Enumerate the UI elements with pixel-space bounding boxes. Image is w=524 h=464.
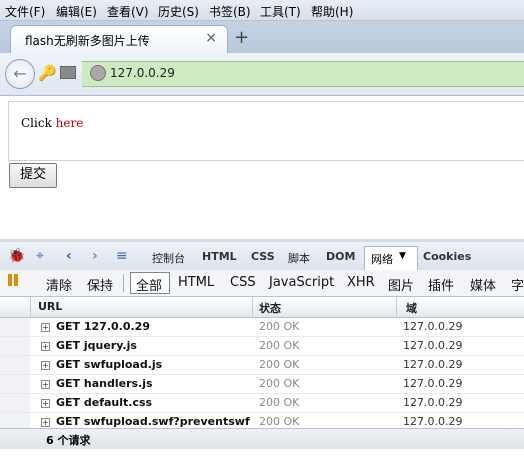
- request-url: GET swfupload.js: [56, 358, 163, 371]
- request-domain: 127.0.0.29: [403, 377, 463, 390]
- filter-fonts[interactable]: 字: [511, 275, 524, 294]
- menu-help[interactable]: 帮助(H): [311, 3, 353, 20]
- request-domain: 127.0.0.29: [403, 396, 463, 409]
- tab-cookies[interactable]: Cookies: [423, 250, 471, 263]
- close-tab-icon[interactable]: ×: [205, 30, 217, 46]
- tab-css[interactable]: CSS: [251, 250, 275, 263]
- column-domain[interactable]: 域: [406, 300, 417, 316]
- tab-console[interactable]: 控制台: [152, 250, 185, 266]
- request-row[interactable]: + GET default.css 200 OK 127.0.0.29: [0, 394, 524, 413]
- page-info-icon[interactable]: [60, 66, 76, 79]
- request-row[interactable]: + GET jquery.js 200 OK 127.0.0.29: [0, 337, 524, 356]
- chevron-down-icon[interactable]: ▼: [399, 251, 406, 261]
- tab-title: flash无刷新多图片上传: [25, 34, 150, 48]
- clear-button[interactable]: 清除: [46, 275, 72, 294]
- column-url[interactable]: URL: [38, 300, 62, 313]
- expand-icon[interactable]: +: [41, 323, 50, 332]
- filter-javascript[interactable]: JavaScript: [269, 275, 334, 290]
- tab-dom[interactable]: DOM: [326, 250, 355, 263]
- expand-icon[interactable]: +: [41, 418, 50, 427]
- filter-xhr[interactable]: XHR: [347, 275, 375, 290]
- here-link[interactable]: here: [56, 116, 84, 130]
- request-count: 6 个请求: [46, 434, 91, 447]
- expand-icon[interactable]: +: [41, 342, 50, 351]
- menu-edit[interactable]: 编辑(E): [56, 3, 97, 20]
- click-text: Click here: [21, 116, 84, 130]
- tab-net-label: 网络: [371, 253, 393, 266]
- request-domain: 127.0.0.29: [403, 339, 463, 352]
- request-row[interactable]: + GET swfupload.js 200 OK 127.0.0.29: [0, 356, 524, 375]
- expand-icon[interactable]: +: [41, 399, 50, 408]
- globe-icon: [90, 65, 106, 81]
- request-url: GET handlers.js: [56, 377, 153, 390]
- row-gutter: [0, 394, 30, 412]
- request-domain: 127.0.0.29: [403, 320, 463, 333]
- row-gutter: [0, 356, 30, 374]
- column-divider[interactable]: [252, 297, 253, 317]
- submit-button[interactable]: 提交: [9, 163, 57, 188]
- filter-css[interactable]: CSS: [230, 275, 256, 290]
- command-line-icon[interactable]: ≡: [116, 248, 128, 264]
- column-status[interactable]: 状态: [259, 300, 281, 316]
- menu-tools[interactable]: 工具(T): [260, 3, 301, 20]
- url-bar[interactable]: 127.0.0.29: [82, 61, 524, 87]
- tab-net[interactable]: 网络 ▼: [364, 246, 418, 271]
- net-column-header: URL 状态 域: [0, 297, 524, 318]
- request-url: GET swfupload.swf?preventswfca: [56, 415, 250, 428]
- request-row[interactable]: + GET handlers.js 200 OK 127.0.0.29: [0, 375, 524, 394]
- request-status: 200 OK: [259, 415, 300, 428]
- request-status: 200 OK: [259, 377, 300, 390]
- menu-file[interactable]: 文件(F): [5, 3, 45, 20]
- column-divider: [30, 297, 31, 317]
- menu-view[interactable]: 查看(V): [107, 3, 149, 20]
- tab-script[interactable]: 脚本: [288, 250, 310, 266]
- divider: [123, 274, 124, 292]
- upload-area: Click here: [8, 101, 524, 161]
- row-gutter: [0, 337, 30, 355]
- filter-media[interactable]: 媒体: [470, 275, 496, 294]
- request-summary: 6 个请求: [0, 428, 524, 449]
- request-status: 200 OK: [259, 358, 300, 371]
- tab-html[interactable]: HTML: [202, 250, 237, 263]
- firebug-icon[interactable]: 🐞: [8, 248, 25, 264]
- request-domain: 127.0.0.29: [403, 415, 463, 428]
- pause-icon[interactable]: [8, 274, 20, 290]
- row-gutter: [0, 375, 30, 393]
- filter-all[interactable]: 全部: [136, 275, 162, 294]
- tab-strip: flash无刷新多图片上传 × +: [0, 21, 524, 54]
- forward-icon[interactable]: ›: [92, 248, 98, 264]
- expand-icon[interactable]: +: [41, 361, 50, 370]
- menu-history[interactable]: 历史(S): [158, 3, 199, 20]
- new-tab-icon[interactable]: +: [234, 27, 249, 48]
- expand-icon[interactable]: +: [41, 380, 50, 389]
- filter-html[interactable]: HTML: [178, 275, 214, 290]
- request-url: GET 127.0.0.29: [56, 320, 150, 333]
- request-url: GET default.css: [56, 396, 153, 409]
- browser-tab[interactable]: flash无刷新多图片上传 ×: [10, 25, 228, 54]
- navigation-bar: ← 🔑 127.0.0.29: [0, 53, 524, 96]
- firebug-toolbar: 🐞 ⌖ ‹ › ≡ 控制台 HTML CSS 脚本 DOM 网络 ▼ Cooki…: [0, 242, 524, 271]
- request-status: 200 OK: [259, 320, 300, 333]
- request-row[interactable]: + GET 127.0.0.29 200 OK 127.0.0.29: [0, 318, 524, 337]
- menu-bar: 文件(F) 编辑(E) 查看(V) 历史(S) 书签(B) 工具(T) 帮助(H…: [0, 0, 524, 21]
- request-status: 200 OK: [259, 339, 300, 352]
- filter-plugins[interactable]: 插件: [428, 275, 454, 294]
- row-gutter: [0, 318, 30, 336]
- request-status: 200 OK: [259, 396, 300, 409]
- filter-images[interactable]: 图片: [388, 275, 414, 294]
- request-list: + GET 127.0.0.29 200 OK 127.0.0.29 + GET…: [0, 318, 524, 432]
- request-url: GET jquery.js: [56, 339, 137, 352]
- persist-button[interactable]: 保持: [87, 275, 113, 294]
- back-arrow-icon[interactable]: ←: [5, 59, 35, 89]
- url-text[interactable]: 127.0.0.29: [110, 66, 175, 80]
- menu-bookmarks[interactable]: 书签(B): [209, 3, 251, 20]
- request-domain: 127.0.0.29: [403, 358, 463, 371]
- key-icon[interactable]: 🔑: [38, 64, 57, 82]
- inspect-icon[interactable]: ⌖: [36, 248, 44, 264]
- column-divider[interactable]: [396, 297, 397, 317]
- net-filter-bar: 清除 保持 全部 HTML CSS JavaScript XHR 图片 插件 媒…: [0, 270, 524, 297]
- back-icon[interactable]: ‹: [66, 248, 72, 264]
